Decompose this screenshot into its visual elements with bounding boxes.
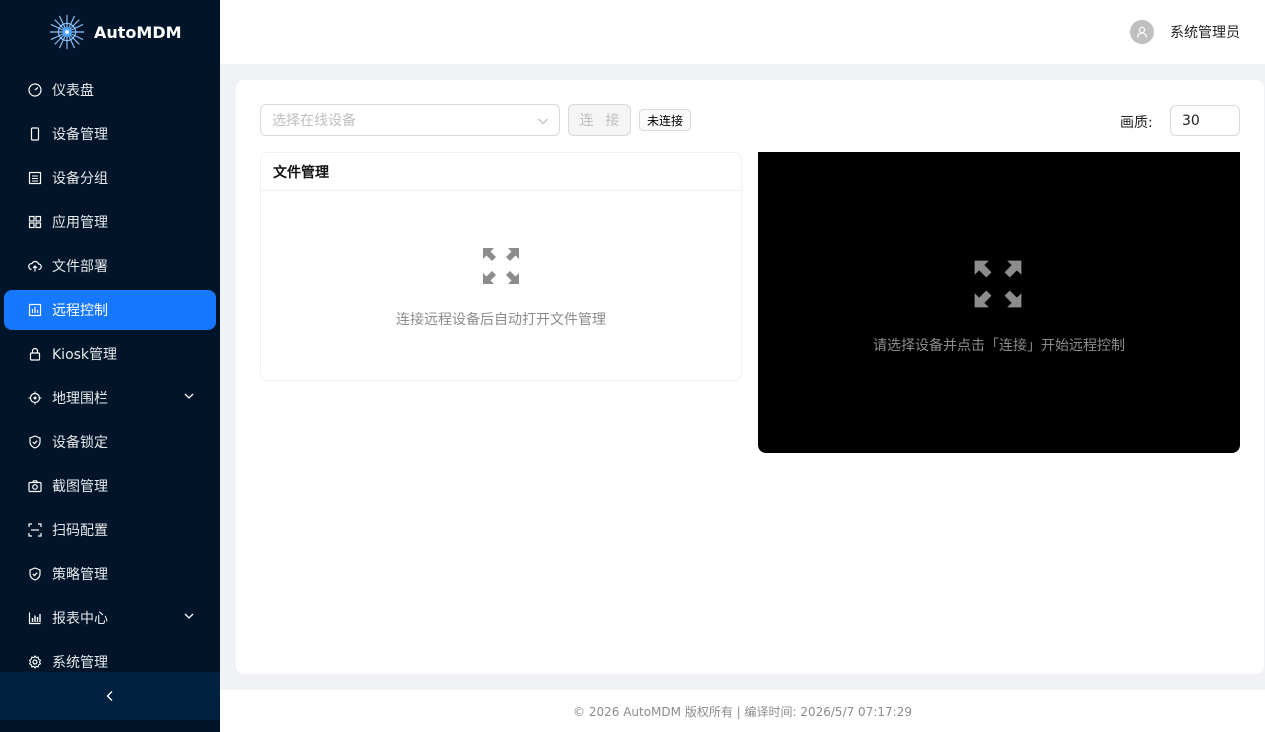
device-select[interactable]: 选择在线设备	[260, 104, 560, 136]
sidebar-collapse-button[interactable]	[0, 672, 220, 720]
sidebar-item-dashboard[interactable]: 仪表盘	[4, 70, 216, 110]
sidebar-item-label: 设备分组	[52, 171, 108, 187]
settings-icon	[28, 655, 42, 669]
chevron-left-icon	[106, 691, 113, 701]
sidebar-item-reports[interactable]: 报表中心	[4, 598, 216, 638]
scan-icon	[28, 523, 42, 537]
sidebar-item-label: 报表中心	[52, 611, 108, 627]
brand-name: AutoMDM	[94, 22, 182, 42]
avatar	[1130, 20, 1154, 44]
remote-screen-empty-text: 请选择设备并点击「连接」开始远程控制	[873, 338, 1125, 354]
sidebar-item-label: 设备锁定	[52, 435, 108, 451]
chevron-down-icon	[538, 118, 548, 125]
apps-icon	[28, 215, 42, 229]
sidebar-item-device-management[interactable]: 设备管理	[4, 114, 216, 154]
sidebar-item-device-lock[interactable]: 设备锁定	[4, 422, 216, 462]
expand-icon	[483, 248, 519, 284]
file-manager-empty-text: 连接远程设备后自动打开文件管理	[396, 312, 606, 328]
remote-screen[interactable]: 请选择设备并点击「连接」开始远程控制	[758, 152, 1240, 453]
device-select-placeholder: 选择在线设备	[272, 113, 356, 129]
sidebar-item-label: Kiosk管理	[52, 347, 118, 363]
sidebar-item-label: 扫码配置	[52, 523, 108, 539]
expand-icon	[974, 260, 1022, 308]
quality-label: 画质:	[1120, 115, 1153, 131]
cloud-upload-icon	[28, 259, 42, 273]
chevron-down-icon	[184, 613, 194, 619]
file-manager-title: 文件管理	[261, 153, 741, 191]
policy-icon	[28, 567, 42, 581]
top-header: 系统管理员	[220, 0, 1265, 64]
remote-control-card: 选择在线设备 连 接 未连接 画质: 文件管理 连接远程设备后自动打开文件管理	[236, 80, 1264, 674]
sidebar-item-label: 地理围栏	[52, 391, 108, 407]
sidebar-item-label: 系统管理	[52, 655, 108, 671]
sidebar-item-geofence[interactable]: 地理围栏	[4, 378, 216, 418]
sidebar: AutoMDM 仪表盘 设备管理 设备分组 应用管理 文件部署 远程控制 Kio…	[0, 0, 220, 732]
group-icon	[28, 171, 42, 185]
camera-icon	[28, 479, 42, 493]
sidebar-item-policy[interactable]: 策略管理	[4, 554, 216, 594]
sidebar-item-remote-control[interactable]: 远程控制	[4, 290, 216, 330]
sidebar-item-scan-config[interactable]: 扫码配置	[4, 510, 216, 550]
quality-input[interactable]	[1170, 105, 1240, 136]
user-name: 系统管理员	[1170, 25, 1240, 41]
dashboard-icon	[28, 83, 42, 97]
lock-icon	[28, 347, 42, 361]
sidebar-item-label: 应用管理	[52, 215, 108, 231]
sidebar-item-file-deploy[interactable]: 文件部署	[4, 246, 216, 286]
sidebar-menu: 仪表盘 设备管理 设备分组 应用管理 文件部署 远程控制 Kiosk管理 地理围…	[0, 64, 220, 682]
sidebar-item-label: 文件部署	[52, 259, 108, 275]
sidebar-item-screenshots[interactable]: 截图管理	[4, 466, 216, 506]
mobile-icon	[28, 127, 42, 141]
location-icon	[28, 391, 42, 405]
connect-button[interactable]: 连 接	[568, 104, 631, 136]
sidebar-item-label: 仪表盘	[52, 83, 94, 99]
sidebar-item-label: 设备管理	[52, 127, 108, 143]
remote-control-icon	[28, 303, 42, 317]
sidebar-item-app-management[interactable]: 应用管理	[4, 202, 216, 242]
bar-chart-icon	[28, 611, 42, 625]
connection-status-badge: 未连接	[639, 109, 692, 131]
sidebar-item-label: 截图管理	[52, 479, 108, 495]
brand[interactable]: AutoMDM	[0, 0, 220, 64]
sidebar-item-kiosk[interactable]: Kiosk管理	[4, 334, 216, 374]
shield-icon	[28, 435, 42, 449]
footer-text: © 2026 AutoMDM 版权所有 | 编译时间: 2026/5/7 07:…	[573, 704, 912, 719]
sidebar-item-label: 远程控制	[52, 303, 108, 319]
user-menu[interactable]: 系统管理员	[1130, 20, 1240, 44]
logo-icon	[49, 14, 85, 50]
sidebar-item-device-groups[interactable]: 设备分组	[4, 158, 216, 198]
user-icon	[1136, 26, 1148, 38]
footer: © 2026 AutoMDM 版权所有 | 编译时间: 2026/5/7 07:…	[220, 690, 1265, 732]
sidebar-item-label: 策略管理	[52, 567, 108, 583]
file-manager-panel: 文件管理 连接远程设备后自动打开文件管理	[260, 152, 742, 381]
chevron-down-icon	[184, 393, 194, 399]
